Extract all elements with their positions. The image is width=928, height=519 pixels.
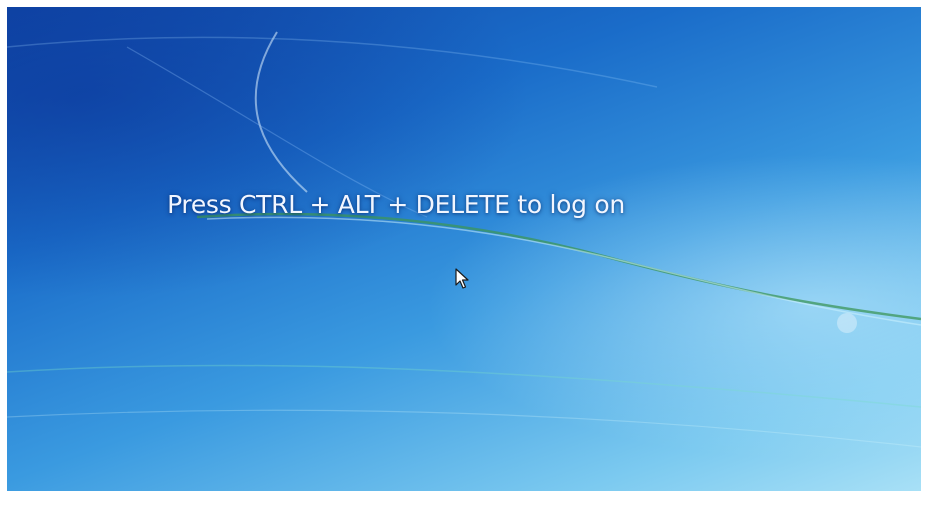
logon-screen[interactable]: Press CTRL + ALT + DELETE to log on — [7, 7, 921, 491]
swoosh-bottom — [7, 409, 921, 448]
light-glow — [837, 313, 857, 333]
swoosh-main-light — [206, 216, 921, 326]
swoosh-arc — [254, 31, 308, 193]
mouse-pointer-icon — [455, 268, 469, 289]
logon-prompt: Press CTRL + ALT + DELETE to log on — [167, 190, 625, 219]
swoosh-top — [7, 36, 658, 88]
swoosh-main-green — [196, 212, 921, 321]
swoosh-lower — [7, 364, 921, 408]
wallpaper-swooshes — [7, 31, 921, 448]
